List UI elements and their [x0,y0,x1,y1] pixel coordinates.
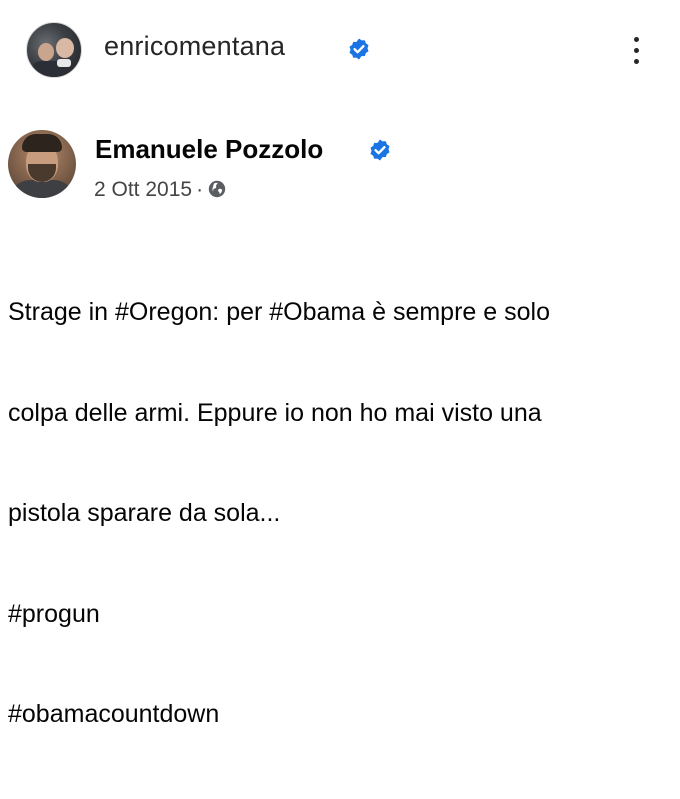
post-date[interactable]: 2 Ott 2015 [94,178,192,201]
globe-icon[interactable] [207,179,227,199]
instagram-post-header: enricomentana [0,0,680,98]
hashtag-obamacountdown[interactable]: #obamacountdown [8,698,680,732]
post-meta: 2 Ott 2015 · [94,178,227,202]
post-text-line: colpa delle armi. Eppure io non ho mai v… [8,398,542,427]
profile-avatar[interactable] [26,22,82,78]
post-text-line: pistola sparare da sola... [8,499,281,527]
avatar-photo-detail [57,59,71,67]
avatar-photo-detail [10,180,74,198]
verified-badge-icon [347,37,371,61]
avatar-photo-detail [56,38,74,58]
verified-badge-icon [368,138,392,162]
author-name[interactable]: Emanuele Pozzolo [95,134,323,165]
author-avatar[interactable] [8,130,76,198]
more-options-icon[interactable] [626,34,646,68]
avatar-photo-detail [38,43,54,61]
post-text-line: Strage in #Oregon: per #Obama è sempre e… [8,298,550,326]
avatar-photo-detail [31,61,79,77]
profile-username[interactable]: enricomentana [104,31,285,62]
facebook-post-card: Emanuele Pozzolo 2 Ott 2015 · Strage in #… [0,100,680,728]
post-body: Strage in #Oregon: per #Obama è sempre e… [8,229,680,799]
avatar-photo-detail [22,134,62,152]
meta-separator: · [196,178,204,201]
hashtag-progun[interactable]: #progun [8,598,680,632]
